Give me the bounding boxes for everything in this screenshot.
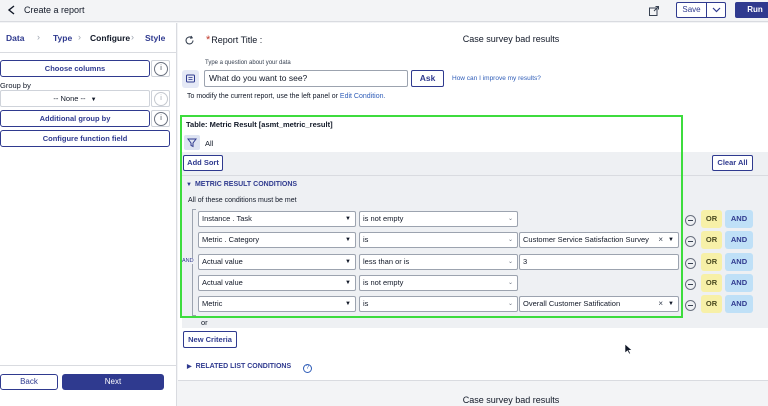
and-button[interactable]: AND <box>725 253 753 271</box>
refresh-icon[interactable] <box>184 35 195 46</box>
help-icon[interactable]: ? <box>303 364 312 373</box>
next-button[interactable]: Next <box>62 374 164 390</box>
group-by-label: Group by <box>0 81 31 90</box>
step-chevron-icon: › <box>37 32 40 42</box>
left-panel: Data › Type › Configure › Style Choose c… <box>0 23 177 406</box>
group-by-select[interactable]: -- None -- ▼ <box>0 90 150 107</box>
save-dropdown-button[interactable] <box>706 2 726 18</box>
mouse-cursor-icon <box>624 343 633 355</box>
step-configure[interactable]: Configure <box>90 33 130 43</box>
related-list-conditions-heading[interactable]: ▶ RELATED LIST CONDITIONS <box>187 363 291 370</box>
additional-group-by-button[interactable]: Additional group by <box>0 110 150 127</box>
caret-right-icon: ▶ <box>187 364 192 370</box>
group-by-info-button[interactable]: i <box>151 90 170 107</box>
or-button[interactable]: OR <box>701 210 722 228</box>
and-button[interactable]: AND <box>725 231 753 249</box>
chevron-down-icon <box>712 7 721 13</box>
edit-condition-link[interactable]: Edit Condition. <box>340 93 386 100</box>
and-button[interactable]: AND <box>725 274 753 292</box>
configure-function-field-button[interactable]: Configure function field <box>0 130 170 147</box>
remove-condition-icon[interactable] <box>685 236 696 247</box>
remove-condition-icon[interactable] <box>685 215 696 226</box>
required-asterisk: * <box>206 34 211 46</box>
step-type[interactable]: Type <box>53 33 72 43</box>
report-title-value[interactable]: Case survey bad results <box>380 34 642 44</box>
and-button[interactable]: AND <box>725 210 753 228</box>
info-icon: i <box>154 92 168 106</box>
export-icon[interactable] <box>648 5 660 17</box>
improve-results-link[interactable]: How can I improve my results? <box>452 75 541 82</box>
remove-condition-icon[interactable] <box>685 279 696 290</box>
back-button[interactable]: Back <box>0 374 58 390</box>
or-button[interactable]: OR <box>701 295 722 313</box>
step-chevron-icon: › <box>131 32 134 42</box>
ask-button[interactable]: Ask <box>411 70 444 87</box>
preview-title: Case survey bad results <box>462 395 560 405</box>
step-style[interactable]: Style <box>145 33 165 43</box>
caret-down-icon: ▼ <box>90 97 97 103</box>
and-button[interactable]: AND <box>725 295 753 313</box>
clear-all-button[interactable]: Clear All <box>712 155 753 171</box>
wizard-steps: Data › Type › Configure › Style <box>0 23 177 53</box>
or-button[interactable]: OR <box>701 231 722 249</box>
ask-hint: Type a question about your data <box>205 60 291 66</box>
save-button[interactable]: Save <box>676 2 707 18</box>
left-panel-divider <box>0 365 177 366</box>
info-icon: i <box>154 112 168 126</box>
ask-question-input[interactable]: What do you want to see? <box>204 70 408 87</box>
additional-group-by-info-button[interactable]: i <box>151 110 170 127</box>
step-data[interactable]: Data <box>6 33 24 43</box>
conditions-highlight <box>180 115 683 318</box>
modify-report-text: To modify the current report, use the le… <box>187 93 386 100</box>
report-title-label: *Report Title : <box>206 34 263 46</box>
info-icon: i <box>154 62 168 76</box>
new-criteria-button[interactable]: New Criteria <box>183 331 237 348</box>
or-button[interactable]: OR <box>701 253 722 271</box>
back-arrow-icon[interactable] <box>6 4 18 16</box>
or-button[interactable]: OR <box>701 274 722 292</box>
choose-columns-info-button[interactable]: i <box>151 60 170 77</box>
remove-condition-icon[interactable] <box>685 300 696 311</box>
step-chevron-icon: › <box>78 32 81 42</box>
or-separator-text: or <box>201 318 208 327</box>
choose-columns-button[interactable]: Choose columns <box>0 60 150 77</box>
group-by-value: -- None -- <box>53 94 86 103</box>
run-button[interactable]: Run <box>735 2 768 18</box>
nlq-chat-icon <box>182 70 199 88</box>
page-title: Create a report <box>24 5 85 15</box>
remove-condition-icon[interactable] <box>685 258 696 269</box>
